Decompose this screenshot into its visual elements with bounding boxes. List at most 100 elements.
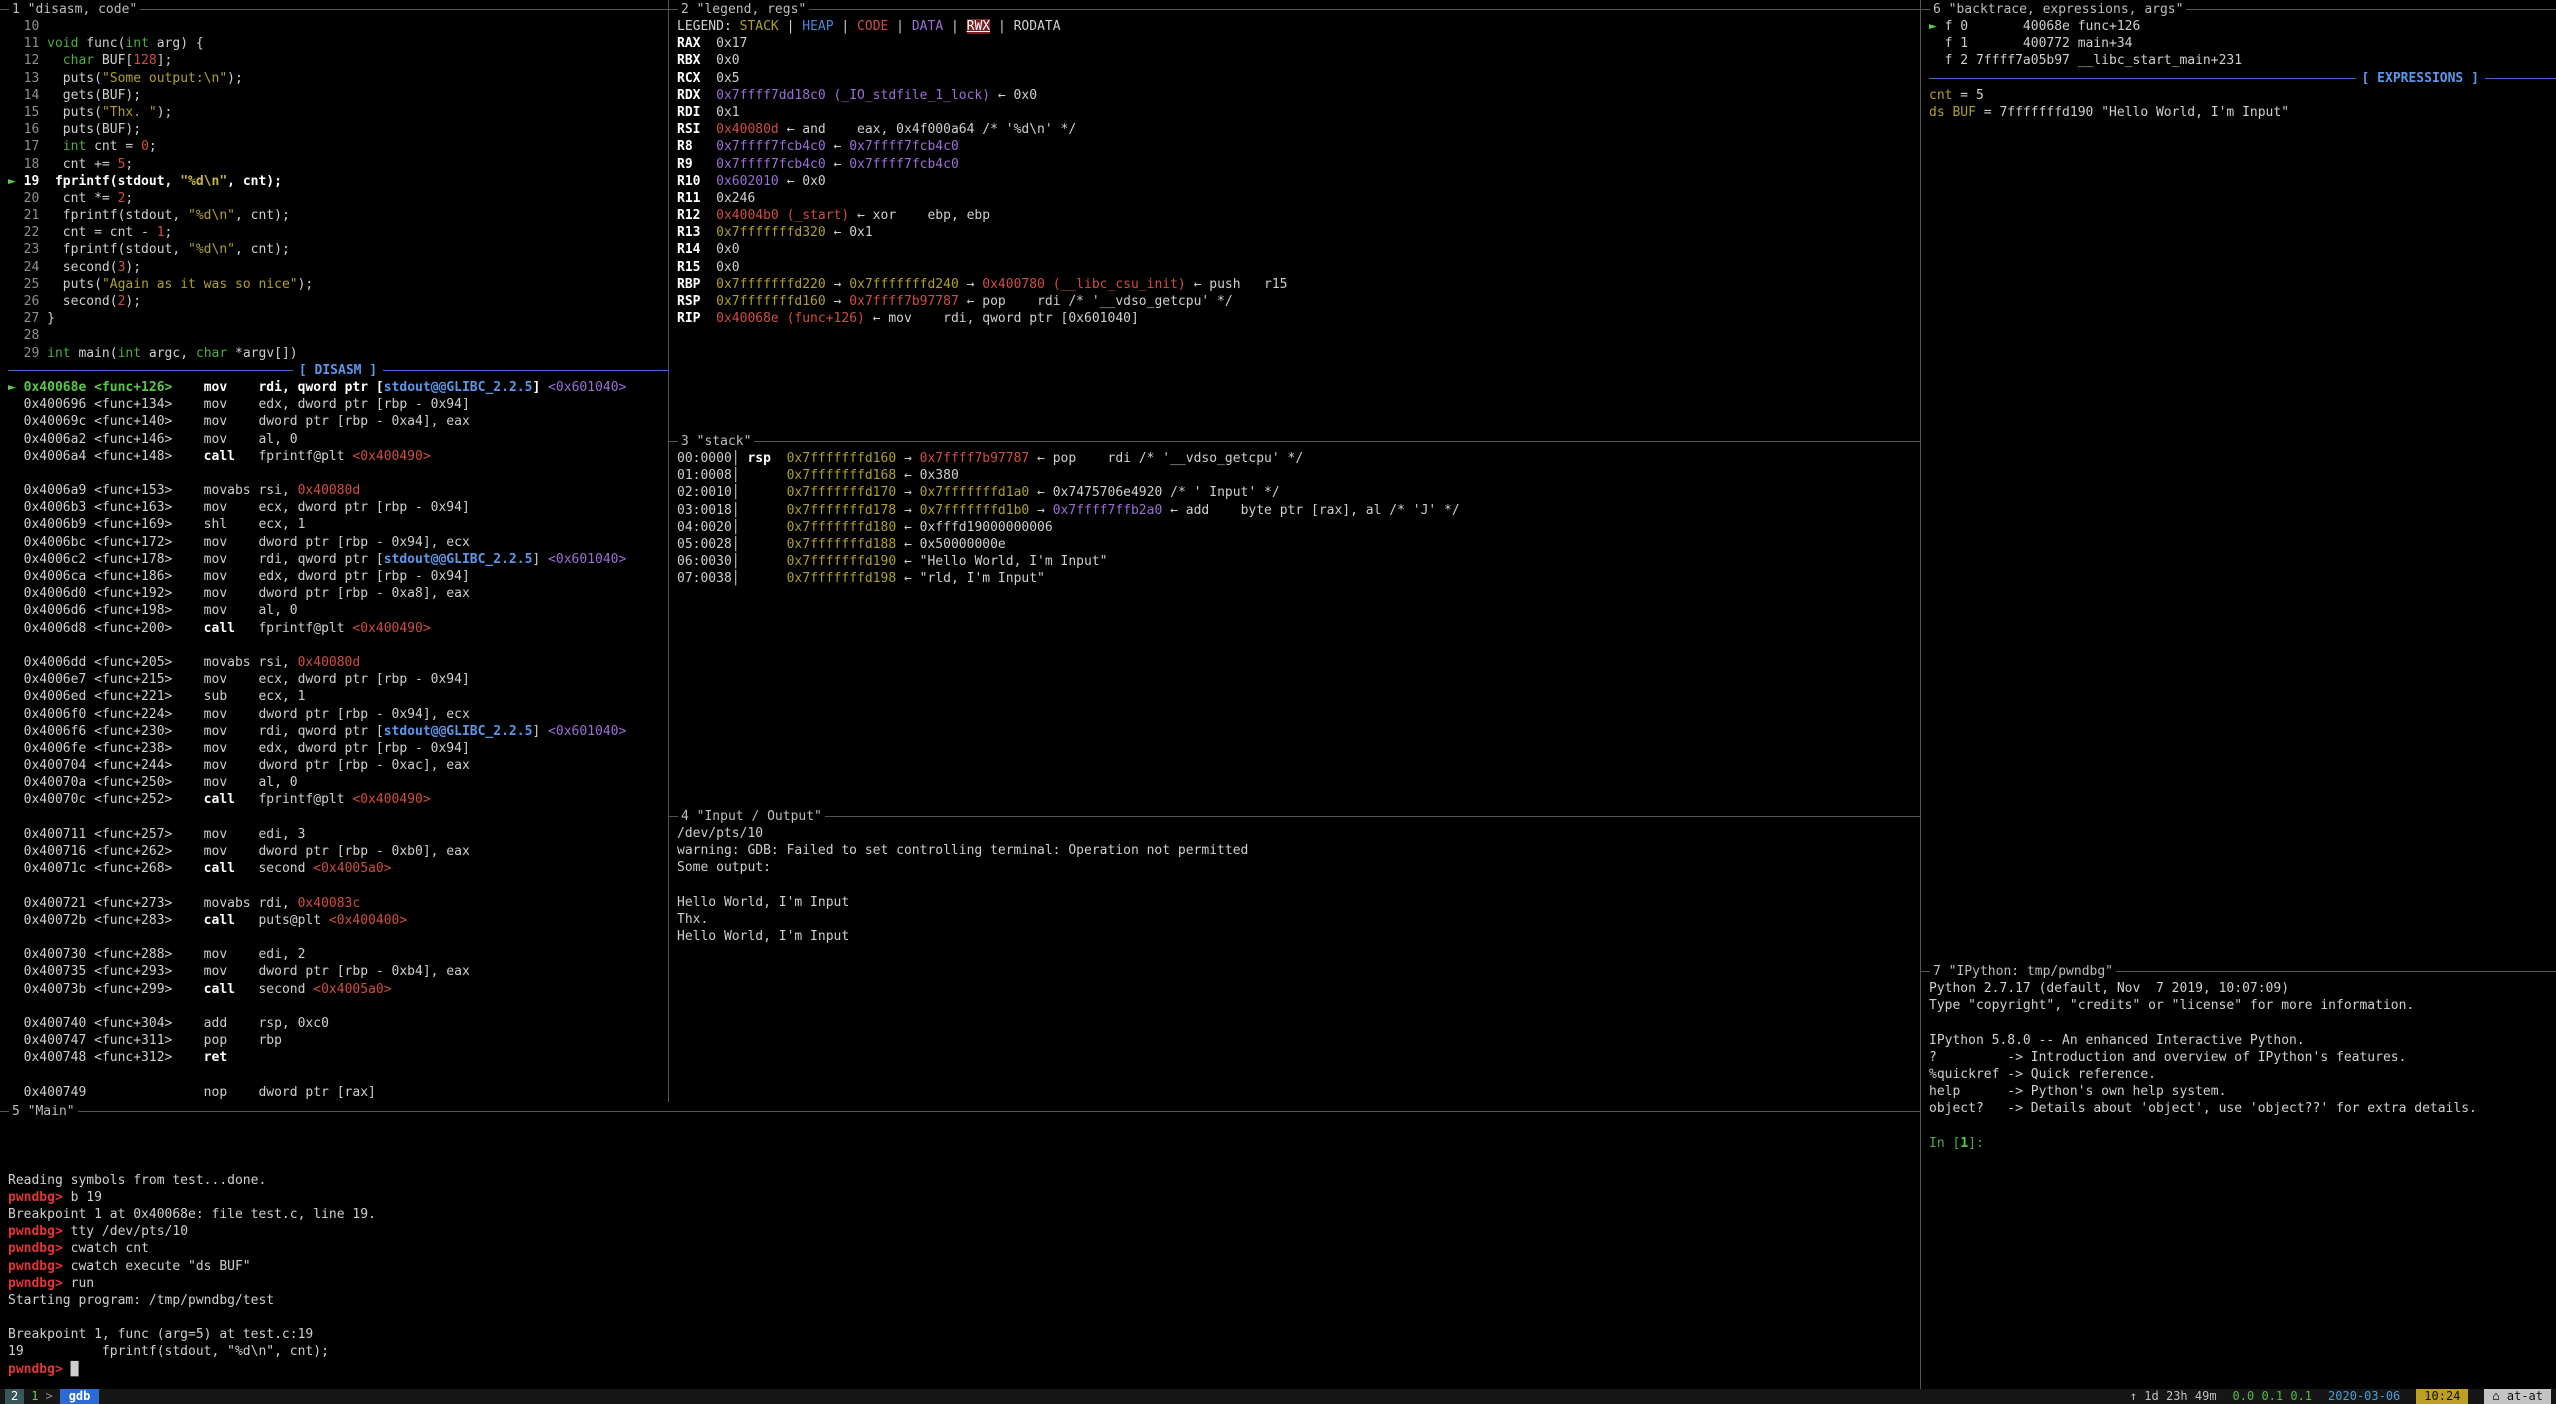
tmux-window-list: 2 1 > gdb <box>5 1389 99 1404</box>
terminal-line: 20 cnt *= 2; <box>8 190 668 207</box>
pane-disasm-code[interactable]: 1 "disasm, code" 10 11 void func(int arg… <box>0 0 668 1102</box>
terminal-line: 06:0030│ 0x7fffffffd190 ← "Hello World, … <box>677 553 1920 570</box>
terminal-line: R8 0x7ffff7fcb4c0 ← 0x7ffff7fcb4c0 <box>677 138 1920 155</box>
terminal-line: In [1]: <box>1929 1135 2556 1152</box>
terminal-line: 0x4006f6 <func+230> mov rdi, qword ptr [… <box>8 723 668 740</box>
terminal-line: Breakpoint 1 at 0x40068e: file test.c, l… <box>8 1206 1920 1223</box>
border-line <box>2116 971 2556 972</box>
ipython-listing[interactable]: Python 2.7.17 (default, Nov 7 2019, 10:0… <box>1921 980 2556 1389</box>
border-line <box>140 9 668 10</box>
pane-title-main: 5 "Main" <box>0 1102 1920 1120</box>
separator-line <box>1929 78 2356 79</box>
terminal-line: 0x40070a <func+250> mov al, 0 <box>8 774 668 791</box>
terminal-line: 29 int main(int argc, char *argv[]) <box>8 345 668 362</box>
border-line <box>0 1111 9 1112</box>
terminal-line: 0x400721 <func+273> movabs rdi, 0x40083c <box>8 895 668 912</box>
terminal-line: f 1 400772 main+34 <box>1929 35 2556 52</box>
pane-title-disasm: 1 "disasm, code" <box>0 0 668 18</box>
pane-title-label: 6 "backtrace, expressions, args" <box>1930 2 2186 17</box>
terminal-line: RDI 0x1 <box>677 104 1920 121</box>
pane-main-console[interactable]: 5 "Main" Reading symbols from test...don… <box>0 1102 1920 1389</box>
terminal-line: 14 gets(BUF); <box>8 87 668 104</box>
border-line <box>825 816 1920 817</box>
terminal-line: pwndbg> cwatch execute "ds BUF" <box>8 1258 1920 1275</box>
expressions-section-separator: [ EXPRESSIONS ] <box>1929 70 2556 87</box>
program-output-listing: /dev/pts/10warning: GDB: Failed to set c… <box>669 825 1920 1102</box>
terminal-line: ► f 0 40068e func+126 <box>1929 18 2556 35</box>
load-average: 0.0 0.1 0.1 <box>2233 1389 2312 1404</box>
pane-title-label: 2 "legend, regs" <box>678 2 809 17</box>
border-line <box>2186 9 2556 10</box>
hostname-badge: ⌂ at-at <box>2484 1389 2551 1404</box>
terminal-line: pwndbg> tty /dev/pts/10 <box>8 1223 1920 1240</box>
terminal-line: 26 second(2); <box>8 293 668 310</box>
terminal-line: 05:0028│ 0x7fffffffd188 ← 0x50000000e <box>677 536 1920 553</box>
terminal-line: 0x4006a4 <func+148> call fprintf@plt <0x… <box>8 448 668 465</box>
terminal-line: 0x4006d8 <func+200> call fprintf@plt <0x… <box>8 620 668 637</box>
pane-backtrace-expressions[interactable]: 6 "backtrace, expressions, args" ► f 0 4… <box>1920 0 2556 962</box>
tmux-window-index[interactable]: 1 <box>31 1389 38 1404</box>
terminal-line: ► 19 fprintf(stdout, "%d\n", cnt); <box>8 173 668 190</box>
registers-listing: LEGEND: STACK | HEAP | CODE | DATA | RWX… <box>669 18 1920 432</box>
stack-listing: 00:0000│ rsp 0x7fffffffd160 → 0x7ffff7b9… <box>669 450 1920 807</box>
terminal-line: 10 <box>8 18 668 35</box>
terminal-line: Python 2.7.17 (default, Nov 7 2019, 10:0… <box>1929 980 2556 997</box>
terminal-line: 21 fprintf(stdout, "%d\n", cnt); <box>8 207 668 224</box>
pane-title-regs: 2 "legend, regs" <box>669 0 1920 18</box>
terminal-line: Hello World, I'm Input <box>677 928 1920 945</box>
terminal-line: RIP 0x40068e (func+126) ← mov rdi, qword… <box>677 310 1920 327</box>
terminal-line: 0x400716 <func+262> mov dword ptr [rbp -… <box>8 843 668 860</box>
terminal-line: R11 0x246 <box>677 190 1920 207</box>
terminal-line: 0x4006dd <func+205> movabs rsi, 0x40080d <box>8 654 668 671</box>
terminal-line <box>8 1066 668 1083</box>
terminal-line: 0x40072b <func+283> call puts@plt <0x400… <box>8 912 668 929</box>
backtrace-listing: ► f 0 40068e func+126 f 1 400772 main+34… <box>1929 18 2556 70</box>
terminal-line <box>8 809 668 826</box>
terminal-line: RAX 0x17 <box>677 35 1920 52</box>
terminal-line: R10 0x602010 ← 0x0 <box>677 173 1920 190</box>
terminal-line: 0x400696 <func+134> mov edx, dword ptr [… <box>8 396 668 413</box>
terminal-line: 0x4006c2 <func+178> mov rdi, qword ptr [… <box>8 551 668 568</box>
terminal-line: Thx. <box>677 911 1920 928</box>
terminal-line: R12 0x4004b0 (_start) ← xor ebp, ebp <box>677 207 1920 224</box>
terminal-line: 0x400704 <func+244> mov dword ptr [rbp -… <box>8 757 668 774</box>
pane-stack[interactable]: 3 "stack" 00:0000│ rsp 0x7fffffffd160 → … <box>668 432 1920 807</box>
disassembly-listing: ► 0x40068e <func+126> mov rdi, qword ptr… <box>8 379 668 1101</box>
pane-ipython[interactable]: 7 "IPython: tmp/pwndbg" Python 2.7.17 (d… <box>1920 962 2556 1389</box>
border-line <box>78 1111 1920 1112</box>
terminal-line: 24 second(3); <box>8 259 668 276</box>
terminal-line: 0x400749 nop dword ptr [rax] <box>8 1084 668 1101</box>
tmux-session-badge[interactable]: 2 <box>5 1389 24 1404</box>
pane-input-output[interactable]: 4 "Input / Output" /dev/pts/10warning: G… <box>668 807 1920 1102</box>
terminal-line: pwndbg> b 19 <box>8 1189 1920 1206</box>
pane-title-stack: 3 "stack" <box>669 432 1920 450</box>
terminal-line <box>8 929 668 946</box>
terminal-line: 11 void func(int arg) { <box>8 35 668 52</box>
terminal-line: 0x4006b9 <func+169> shl ecx, 1 <box>8 516 668 533</box>
pane-legend-regs[interactable]: 2 "legend, regs" LEGEND: STACK | HEAP | … <box>668 0 1920 432</box>
terminal-line: f 2 7ffff7a05b97 __libc_start_main+231 <box>1929 52 2556 69</box>
terminal-line: 03:0018│ 0x7fffffffd178 → 0x7fffffffd1b0… <box>677 502 1920 519</box>
tmux-active-window-badge[interactable]: gdb <box>60 1389 100 1404</box>
pane-title-label: 5 "Main" <box>9 1104 78 1119</box>
terminal-line <box>1929 1014 2556 1031</box>
terminal-line: warning: GDB: Failed to set controlling … <box>677 842 1920 859</box>
terminal-line: 0x4006ca <func+186> mov edx, dword ptr [… <box>8 568 668 585</box>
terminal-line: R13 0x7fffffffd320 ← 0x1 <box>677 224 1920 241</box>
terminal-line: RCX 0x5 <box>677 70 1920 87</box>
terminal-line: R14 0x0 <box>677 241 1920 258</box>
terminal-line <box>8 1137 1920 1154</box>
terminal-line: pwndbg> cwatch cnt <box>8 1240 1920 1257</box>
border-line <box>1921 9 1930 10</box>
terminal-line: Type "copyright", "credits" or "license"… <box>1929 997 2556 1014</box>
terminal-line: 0x4006d6 <func+198> mov al, 0 <box>8 602 668 619</box>
home-icon: ⌂ <box>2492 1389 2499 1403</box>
terminal-line: 23 fprintf(stdout, "%d\n", cnt); <box>8 241 668 258</box>
terminal-line: R15 0x0 <box>677 259 1920 276</box>
gdb-console-listing[interactable]: Reading symbols from test...done.pwndbg>… <box>0 1120 1920 1389</box>
uptime-text: 1d 23h 49m <box>2144 1389 2216 1403</box>
pane-title-ipython: 7 "IPython: tmp/pwndbg" <box>1921 962 2556 980</box>
terminal-line: Starting program: /tmp/pwndbg/test <box>8 1292 1920 1309</box>
terminal-line: 0x40069c <func+140> mov dword ptr [rbp -… <box>8 413 668 430</box>
terminal-line: Some output: <box>677 859 1920 876</box>
